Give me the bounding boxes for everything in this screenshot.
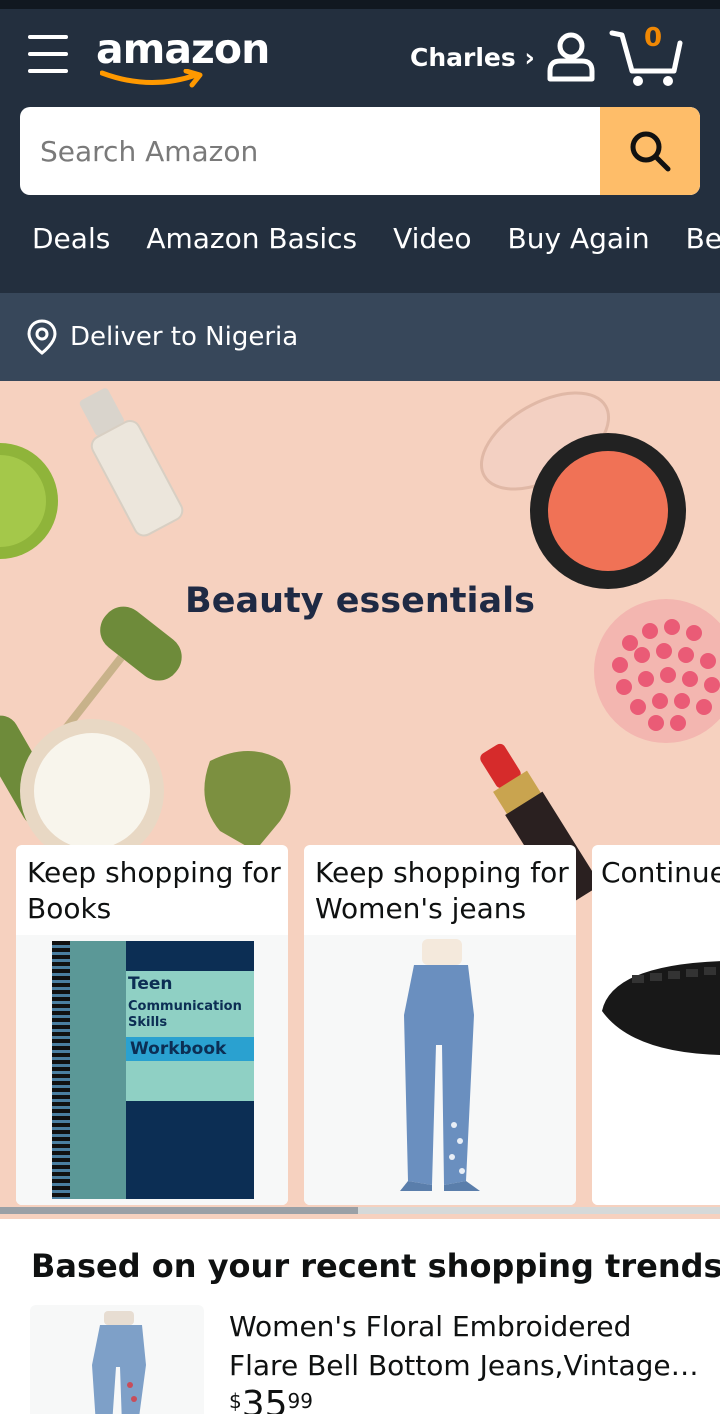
- nav-item-buy-again[interactable]: Buy Again: [508, 222, 650, 255]
- jeans-thumbnail: [92, 1311, 146, 1414]
- card-continue[interactable]: Continue: [592, 845, 720, 1205]
- user-icon: [547, 32, 595, 82]
- account-button[interactable]: Charles ›: [410, 27, 597, 87]
- jeans-image: [304, 935, 576, 1205]
- hero-title: Beauty essentials: [185, 581, 535, 621]
- search-bar: [20, 107, 700, 195]
- product-price: $ 35 99: [229, 1384, 313, 1414]
- keyboard-illustration: [602, 961, 720, 1055]
- category-nav: Deals Amazon Basics Video Buy Again Best: [32, 222, 720, 255]
- keyboard-image: [592, 935, 720, 1205]
- nav-item-deals[interactable]: Deals: [32, 222, 110, 255]
- location-pin-icon: [27, 319, 57, 355]
- card-title: Continue: [601, 856, 720, 889]
- cart-count-badge: 0: [643, 23, 663, 53]
- app-header: amazon Charles › 0 Deals Amazo: [0, 9, 720, 293]
- book-cover: Teen Communication Skills Workbook: [52, 941, 254, 1199]
- shopping-cards-carousel: Keep shopping for Books Teen Communicati…: [0, 845, 720, 1207]
- section-title: Based on your recent shopping trends: [31, 1247, 720, 1285]
- card-title: Keep shopping for Women's jeans: [315, 856, 569, 925]
- product-title[interactable]: Women's Floral Embroidered Flare Bell Bo…: [229, 1307, 699, 1385]
- search-icon: [630, 131, 671, 172]
- cart-button[interactable]: 0: [608, 23, 686, 89]
- hamburger-menu-icon[interactable]: [28, 35, 68, 73]
- product-image[interactable]: [30, 1305, 204, 1414]
- search-button[interactable]: [600, 107, 700, 195]
- book-image: Teen Communication Skills Workbook: [16, 935, 288, 1205]
- nav-item-amazon-basics[interactable]: Amazon Basics: [146, 222, 357, 255]
- card-title: Keep shopping for Books: [27, 856, 281, 925]
- deliver-to-bar[interactable]: Deliver to Nigeria: [0, 293, 720, 381]
- nav-item-best[interactable]: Best: [686, 222, 720, 255]
- nav-item-video[interactable]: Video: [393, 222, 471, 255]
- smile-arrow-icon: [100, 69, 203, 88]
- carousel-scroll-thumb: [0, 1207, 358, 1214]
- search-input[interactable]: [20, 107, 600, 195]
- card-keep-shopping-books[interactable]: Keep shopping for Books Teen Communicati…: [16, 845, 288, 1205]
- shopping-trends-section: Based on your recent shopping trends Wom…: [0, 1219, 720, 1414]
- amazon-logo[interactable]: amazon: [96, 25, 270, 91]
- flare-jeans-illustration: [400, 939, 480, 1191]
- card-keep-shopping-jeans[interactable]: Keep shopping for Women's jeans: [304, 845, 576, 1205]
- deliver-to-label: Deliver to Nigeria: [70, 322, 299, 352]
- status-strip: [0, 0, 720, 9]
